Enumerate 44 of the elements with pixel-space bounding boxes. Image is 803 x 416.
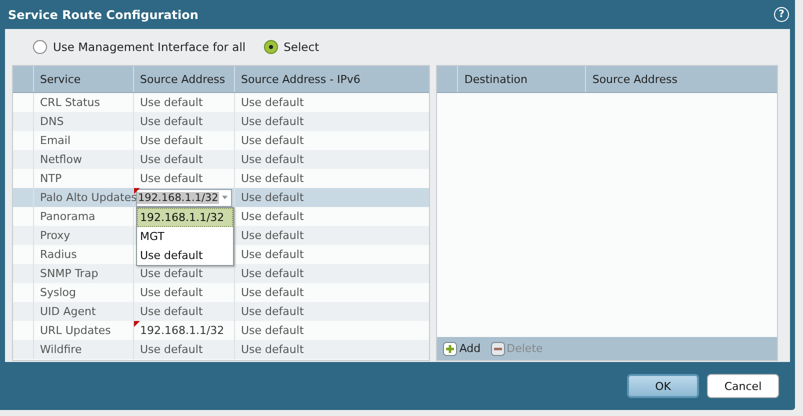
table-cell: Use default xyxy=(140,96,203,109)
column-header[interactable]: Source Address - IPv6 xyxy=(235,66,430,92)
table-cell: Use default xyxy=(140,343,203,356)
table-cell-text: Use default xyxy=(240,323,305,339)
table-cell-text: Use default xyxy=(240,171,305,187)
help-icon[interactable]: ? xyxy=(774,7,789,22)
minus-icon xyxy=(490,342,505,356)
table-cell: Use default xyxy=(140,286,203,299)
table-cell-text: Use default xyxy=(240,285,305,301)
table-cell-text: Use default xyxy=(240,266,305,282)
radio-option[interactable]: Select xyxy=(264,40,320,54)
table-cell-text: Use default xyxy=(240,114,305,130)
table-cell-text: Use default xyxy=(240,304,305,320)
toolbar-button[interactable]: Add xyxy=(443,342,481,356)
caret-icon xyxy=(222,194,228,201)
table-cell: Use default xyxy=(140,153,203,166)
radio-option[interactable]: Use Management Interface for all xyxy=(33,40,246,54)
dropdown-option[interactable]: MGT xyxy=(137,227,233,246)
table-cell-text: Use default xyxy=(240,152,305,168)
table-cell: Use default xyxy=(140,305,203,318)
table-cell: Use default xyxy=(140,115,203,128)
table-cell-text: Use default xyxy=(240,95,305,111)
table-cell: Wildfire xyxy=(34,340,134,359)
plus-icon xyxy=(443,342,458,356)
table-cell-text: Use default xyxy=(240,133,305,149)
source-address-dropdown[interactable]: 192.168.1.1/32 xyxy=(136,188,232,206)
table-cell: 192.168.1.1/32 xyxy=(140,324,224,337)
dropdown-option[interactable]: Use default xyxy=(137,246,233,265)
table-cell: Use default xyxy=(140,267,203,280)
column-header[interactable]: Source Address xyxy=(134,66,235,92)
column-header[interactable]: Service xyxy=(34,66,134,92)
column-header[interactable]: Destination xyxy=(458,66,586,92)
cancel-button[interactable]: Cancel xyxy=(707,374,779,398)
column-header[interactable]: Source Address xyxy=(586,66,777,92)
table-cell-text: Use default xyxy=(240,247,305,263)
ok-button[interactable]: OK xyxy=(627,374,699,398)
table-cell-text: Use default xyxy=(240,342,305,358)
table-cell: Use default xyxy=(140,134,203,147)
dropdown-option[interactable]: 192.168.1.1/32 xyxy=(137,208,233,227)
table-cell-text: Use default xyxy=(240,190,305,206)
table-cell-text: Use default xyxy=(240,209,305,225)
table-cell: Use default xyxy=(140,172,203,185)
window-title: Service Route Configuration xyxy=(8,8,198,22)
table-cell-text: Use default xyxy=(240,228,305,244)
